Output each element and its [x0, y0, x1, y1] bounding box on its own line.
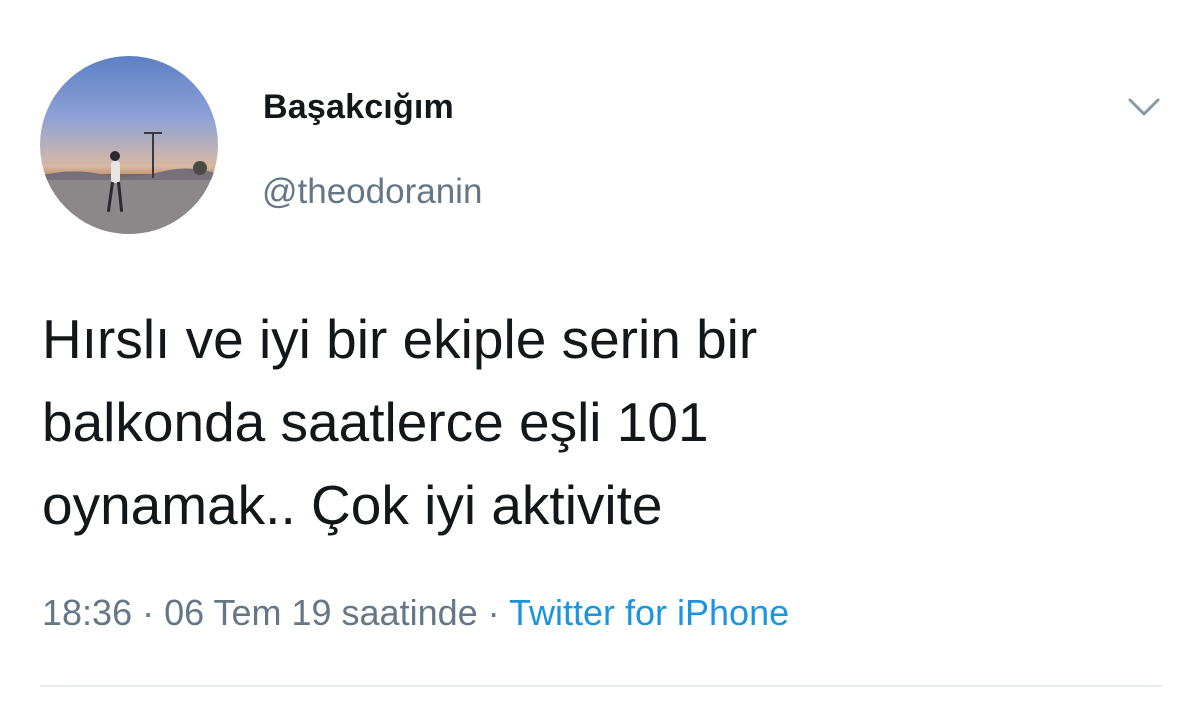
- avatar[interactable]: [40, 56, 218, 234]
- tweet-source-link[interactable]: Twitter for iPhone: [509, 592, 789, 633]
- meta-separator: ·: [477, 592, 509, 633]
- tweet-meta: 18:36 · 06 Tem 19 saatinde · Twitter for…: [42, 592, 789, 634]
- display-name[interactable]: Başakcığım: [263, 88, 454, 127]
- divider: [40, 685, 1162, 687]
- chevron-down-icon[interactable]: [1124, 92, 1164, 120]
- tweet-text: Hırslı ve iyi bir ekiple serin bir balko…: [42, 308, 758, 536]
- tweet-timestamp[interactable]: 18:36 · 06 Tem 19 saatinde: [42, 592, 478, 633]
- avatar-photo: [40, 132, 218, 234]
- tweet-card: Başakcığım @theodoranin Hırslı ve iyi bi…: [0, 0, 1200, 705]
- user-handle[interactable]: @theodoranin: [262, 172, 482, 212]
